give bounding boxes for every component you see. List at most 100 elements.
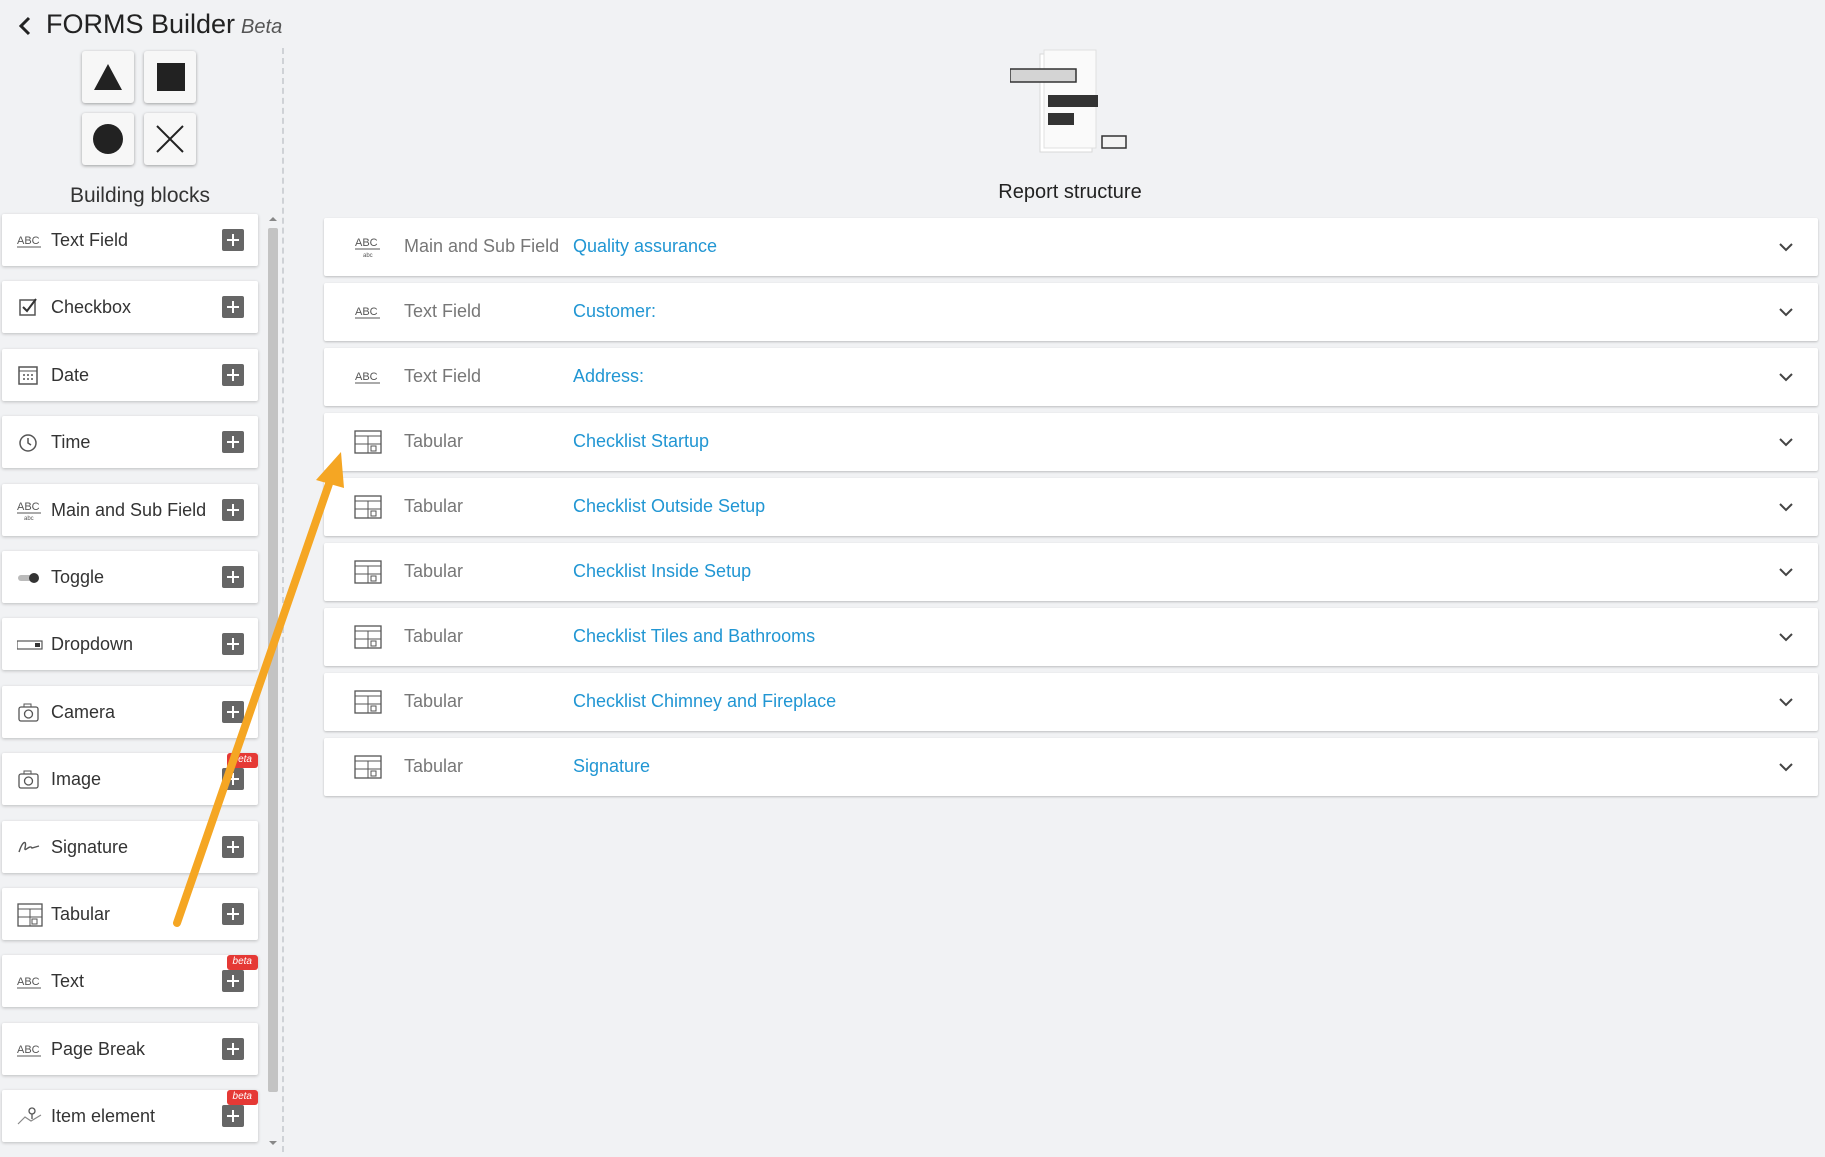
add-block-button[interactable] — [222, 768, 244, 791]
abc-icon: ABC — [354, 300, 382, 324]
structure-row[interactable]: ABC Text Field Customer: — [324, 283, 1818, 341]
svg-text:ABC: ABC — [355, 371, 378, 383]
add-block-button[interactable] — [222, 1105, 244, 1128]
abc-icon: ABC — [354, 365, 382, 389]
chevron-down-icon[interactable] — [1778, 499, 1794, 515]
add-block-button[interactable] — [222, 902, 244, 925]
checkbox-icon — [17, 296, 41, 318]
block-text-field[interactable]: ABC Text Field — [2, 214, 258, 266]
block-label: Page Break — [51, 1038, 146, 1059]
scroll-down-icon[interactable] — [266, 1138, 280, 1148]
block-page-break[interactable]: ABC Page Break — [2, 1022, 258, 1075]
top-bar: FORMS Builder Beta — [0, 0, 1825, 48]
block-label: Tabular — [51, 903, 111, 924]
row-name[interactable]: Checklist Startup — [573, 431, 709, 452]
row-name[interactable]: Address: — [573, 366, 644, 387]
add-block-button[interactable] — [222, 1037, 244, 1060]
add-block-button[interactable] — [222, 700, 244, 723]
row-type: Tabular — [404, 431, 464, 451]
add-block-button[interactable] — [222, 363, 244, 386]
chevron-down-icon[interactable] — [1778, 629, 1794, 645]
structure-row[interactable]: Tabular Signature — [324, 738, 1818, 796]
chevron-down-icon[interactable] — [1778, 759, 1794, 775]
add-block-button[interactable] — [222, 565, 244, 588]
structure-row[interactable]: ABC abc Main and Sub Field Quality assura… — [324, 218, 1818, 276]
scroll-thumb[interactable] — [268, 228, 278, 1092]
back-arrow-icon[interactable] — [12, 12, 40, 40]
add-block-button[interactable] — [222, 431, 244, 454]
row-name[interactable]: Signature — [573, 756, 650, 777]
block-label: Signature — [51, 836, 129, 857]
chevron-down-icon[interactable] — [1778, 434, 1794, 450]
beta-badge: beta — [226, 955, 258, 971]
building-blocks-scrollbar[interactable] — [266, 214, 280, 1148]
structure-row[interactable]: Tabular Checklist Outside Setup — [324, 478, 1818, 536]
building-blocks-panel: Building blocks ABC Text Field Checkbox … — [0, 48, 282, 1152]
block-signature[interactable]: Signature — [2, 820, 258, 873]
block-checkbox[interactable]: Checkbox — [2, 281, 258, 334]
building-blocks-logo — [82, 51, 198, 167]
svg-text:ABC: ABC — [355, 306, 378, 318]
abc-icon: ABC — [17, 970, 41, 992]
structure-row[interactable]: Tabular Checklist Startup — [324, 413, 1818, 471]
signature-icon — [17, 836, 41, 858]
svg-text:ABC: ABC — [17, 235, 40, 247]
clock-icon — [17, 431, 41, 453]
block-toggle[interactable]: Toggle — [2, 550, 258, 603]
structure-row[interactable]: Tabular Checklist Tiles and Bathrooms — [324, 608, 1818, 666]
add-block-button[interactable] — [222, 498, 244, 521]
row-name[interactable]: Quality assurance — [573, 236, 717, 257]
block-image[interactable]: Image beta — [2, 753, 258, 806]
add-block-button[interactable] — [222, 633, 244, 656]
block-item-element[interactable]: Item element beta — [2, 1090, 258, 1143]
building-blocks-list: ABC Text Field Checkbox Date Time ABC abc… — [2, 214, 260, 1157]
chevron-down-icon[interactable] — [1778, 694, 1794, 710]
chevron-down-icon[interactable] — [1778, 369, 1794, 385]
add-block-button[interactable] — [222, 970, 244, 993]
table-icon — [354, 495, 382, 519]
abc-sub-icon: ABC abc — [354, 235, 382, 259]
table-icon — [17, 903, 43, 927]
table-icon — [354, 755, 382, 779]
structure-row[interactable]: Tabular Checklist Chimney and Fireplace — [324, 673, 1818, 731]
svg-text:ABC: ABC — [355, 237, 378, 249]
block-time[interactable]: Time — [2, 416, 258, 469]
row-name[interactable]: Checklist Chimney and Fireplace — [573, 691, 836, 712]
camera-icon — [17, 701, 41, 723]
square-shape-icon — [144, 51, 196, 103]
row-type: Tabular — [404, 561, 464, 581]
chevron-down-icon[interactable] — [1778, 304, 1794, 320]
block-label: Toggle — [51, 566, 105, 587]
block-tabular[interactable]: Tabular — [2, 887, 258, 940]
block-date[interactable]: Date — [2, 348, 258, 401]
add-block-button[interactable] — [222, 835, 244, 858]
scroll-up-icon[interactable] — [266, 214, 280, 224]
add-block-button[interactable] — [222, 296, 244, 319]
panel-divider — [282, 48, 284, 1152]
row-type: Main and Sub Field — [404, 236, 560, 256]
block-camera[interactable]: Camera — [2, 685, 258, 738]
chevron-down-icon[interactable] — [1778, 564, 1794, 580]
svg-text:ABC: ABC — [17, 1044, 40, 1056]
block-text[interactable]: ABC Text beta — [2, 955, 258, 1008]
add-block-button[interactable] — [222, 229, 244, 251]
table-icon — [354, 430, 382, 454]
row-name[interactable]: Checklist Outside Setup — [573, 496, 765, 517]
block-dropdown[interactable]: Dropdown — [2, 618, 258, 671]
row-type: Text Field — [404, 301, 482, 321]
block-main-and-sub-field[interactable]: ABC abc Main and Sub Field — [2, 483, 258, 536]
report-structure-list: ABC abc Main and Sub Field Quality assura… — [324, 218, 1818, 803]
row-name[interactable]: Customer: — [573, 301, 656, 322]
block-label: Date — [51, 364, 90, 385]
row-name[interactable]: Checklist Inside Setup — [573, 561, 751, 582]
block-label: Camera — [51, 701, 116, 722]
triangle-shape-icon — [82, 51, 134, 103]
block-label: Checkbox — [51, 297, 132, 318]
row-name[interactable]: Checklist Tiles and Bathrooms — [573, 626, 815, 647]
structure-row[interactable]: Tabular Checklist Inside Setup — [324, 543, 1818, 601]
chevron-down-icon[interactable] — [1778, 239, 1794, 255]
abc-icon: ABC — [17, 229, 41, 251]
structure-row[interactable]: ABC Text Field Address: — [324, 348, 1818, 406]
block-label: Image — [51, 769, 102, 790]
table-icon — [354, 690, 382, 714]
